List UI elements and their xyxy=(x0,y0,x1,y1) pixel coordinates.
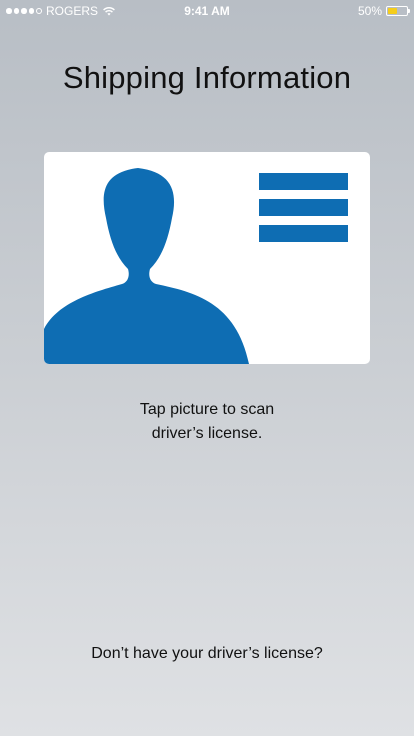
status-left: ROGERS xyxy=(6,4,116,18)
license-line-2 xyxy=(259,199,348,216)
license-line-1 xyxy=(259,173,348,190)
person-silhouette xyxy=(44,168,249,364)
license-scan-card[interactable] xyxy=(44,152,370,364)
license-line-3 xyxy=(259,225,348,242)
carrier-name: ROGERS xyxy=(46,4,99,18)
status-bar: ROGERS 9:41 AM 50% xyxy=(0,0,414,22)
instructions-line-2: driver’s license. xyxy=(151,425,263,442)
status-right: 50% xyxy=(357,4,410,18)
no-license-link[interactable]: Don’t have your driver’s license? xyxy=(0,645,414,663)
battery-percent: 50% xyxy=(357,4,382,18)
battery-icon xyxy=(386,6,410,16)
instructions-line-1: Tap picture to scan xyxy=(139,401,275,418)
scan-instructions: Tap picture to scan driver’s license. xyxy=(0,398,414,446)
status-time: 9:41 AM xyxy=(184,4,230,18)
wifi-icon xyxy=(103,7,115,16)
battery-fill xyxy=(388,8,397,14)
driver-license-scan-icon xyxy=(44,168,348,364)
signal-strength-icon xyxy=(6,8,42,14)
page-title: Shipping Information xyxy=(62,60,352,95)
